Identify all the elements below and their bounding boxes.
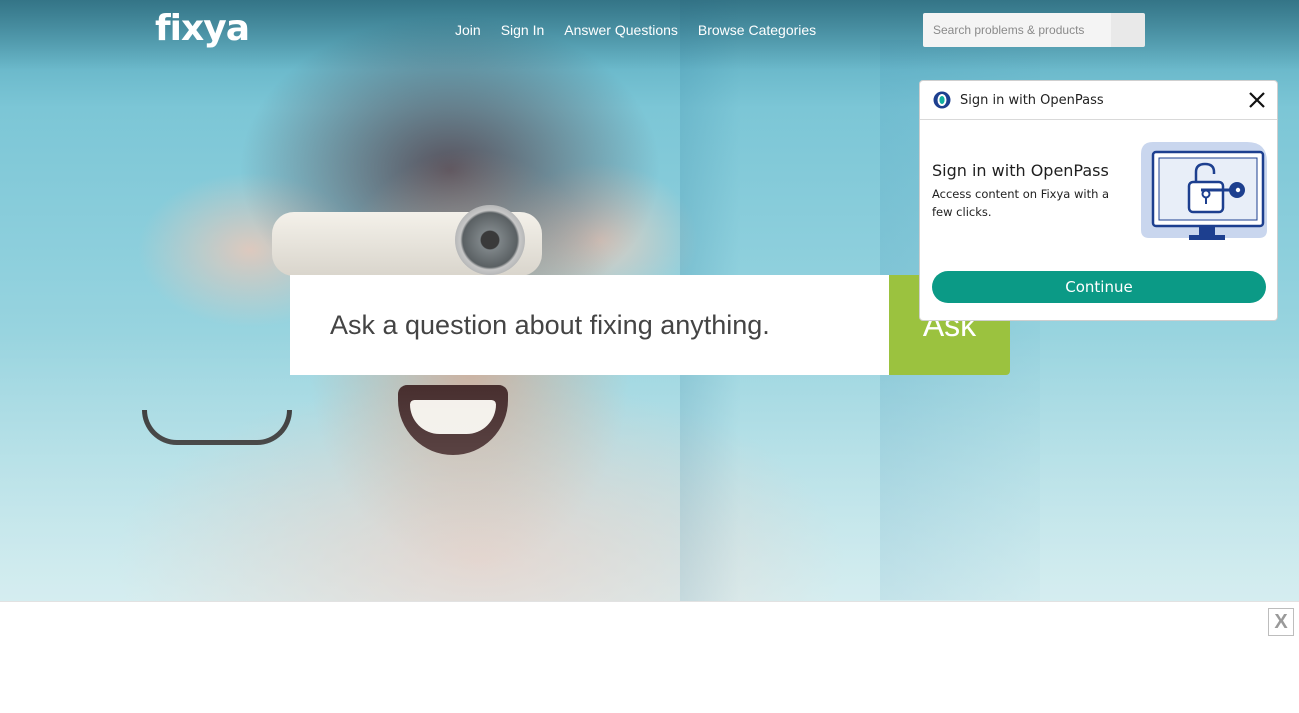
nav-join-link[interactable]: Join [455, 22, 481, 38]
close-ad-button[interactable]: X [1268, 608, 1294, 636]
close-icon[interactable] [1248, 91, 1266, 109]
search-bar [923, 13, 1145, 47]
openpass-header-text: Sign in with OpenPass [960, 92, 1104, 108]
nav-sign-in-link[interactable]: Sign In [501, 22, 545, 38]
ask-question-box [290, 275, 890, 375]
nav-browse-categories-link[interactable]: Browse Categories [698, 22, 816, 38]
openpass-popup-header: Sign in with OpenPass [920, 81, 1277, 120]
continue-button[interactable]: Continue [932, 271, 1266, 303]
openpass-signin-popup: Sign in with OpenPass Sign in with OpenP… [919, 80, 1278, 321]
openpass-description: Access content on Fixya with a few click… [932, 187, 1110, 219]
openpass-title: Sign in with OpenPass [932, 161, 1109, 180]
search-input[interactable] [923, 13, 1111, 47]
monitor-lock-key-icon [1141, 142, 1267, 240]
openpass-logo-icon [933, 91, 951, 109]
nav-answer-questions-link[interactable]: Answer Questions [564, 22, 678, 38]
ask-question-input[interactable] [290, 275, 890, 375]
bottom-ad-bar: X [0, 601, 1299, 713]
search-button[interactable] [1111, 13, 1145, 47]
site-logo[interactable]: fixya [155, 8, 250, 49]
main-nav: Join Sign In Answer Questions Browse Cat… [455, 22, 816, 38]
